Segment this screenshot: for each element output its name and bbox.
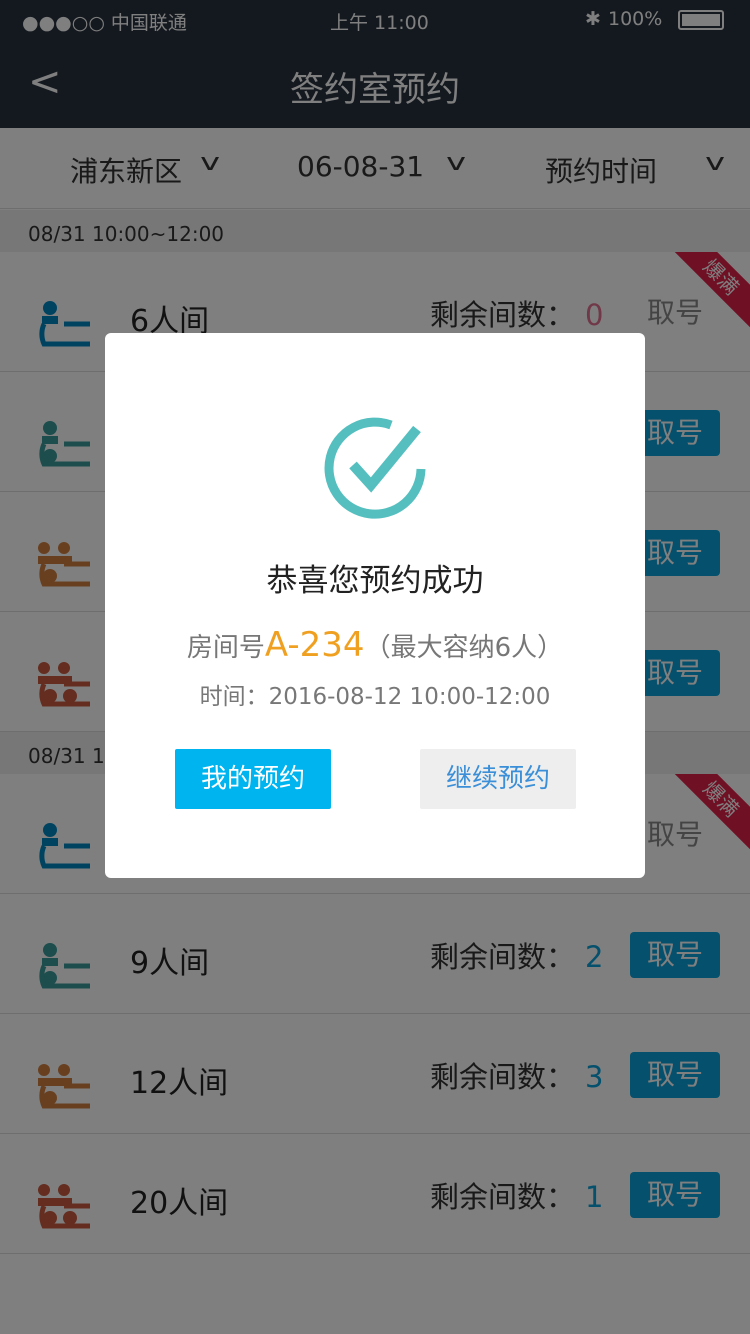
room-code: A-234 bbox=[264, 625, 365, 665]
room-info: 房间号A-234（最大容纳6人） bbox=[105, 625, 645, 665]
dialog-title: 恭喜您预约成功 bbox=[266, 563, 484, 599]
my-booking-button[interactable]: 我的预约 bbox=[175, 749, 331, 809]
success-check-icon bbox=[324, 417, 426, 519]
room-capacity: （最大容纳6人） bbox=[364, 633, 564, 663]
room-label: 房间号 bbox=[186, 633, 265, 663]
booking-time: 时间：2016-08-12 10:00-12:00 bbox=[199, 684, 551, 710]
success-dialog: 恭喜您预约成功 房间号A-234（最大容纳6人） 时间：2016-08-12 1… bbox=[105, 333, 645, 878]
continue-booking-button[interactable]: 继续预约 bbox=[420, 749, 576, 809]
